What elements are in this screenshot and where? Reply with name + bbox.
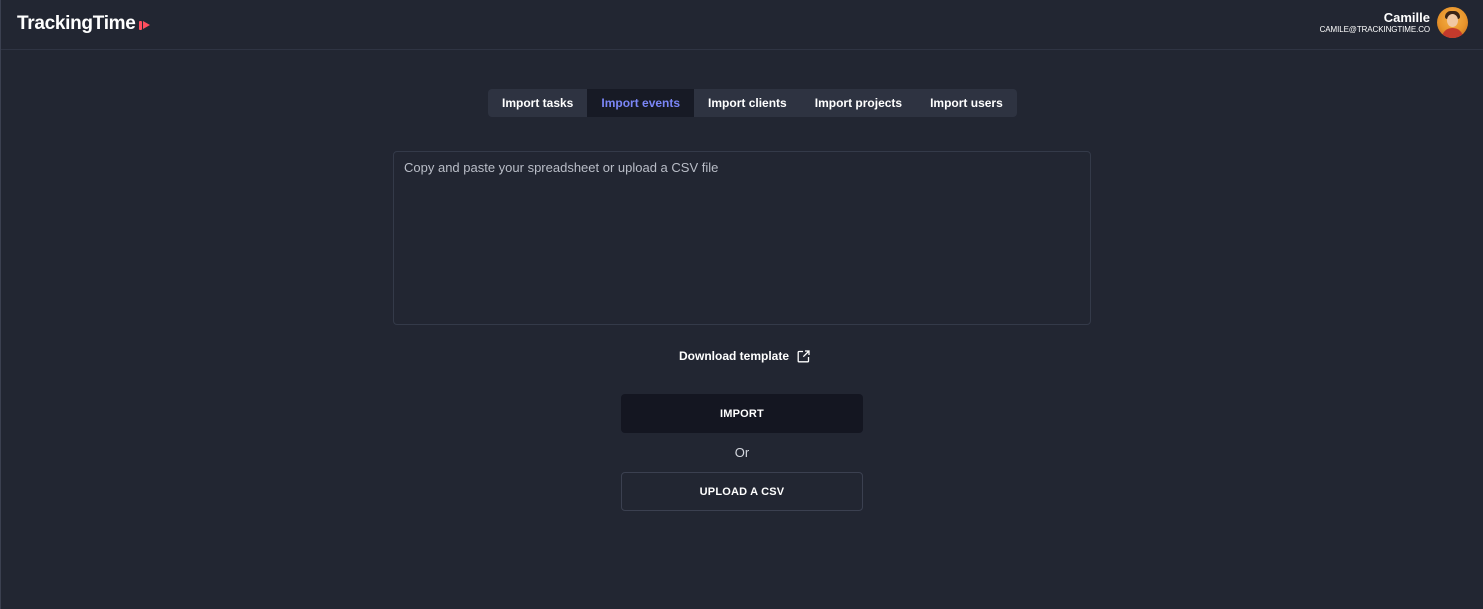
tab-import-users[interactable]: Import users [916, 89, 1017, 117]
tab-import-clients[interactable]: Import clients [694, 89, 801, 117]
top-header: TrackingTime Camille CAMILE@TRACKINGTIME… [1, 0, 1483, 50]
upload-csv-button[interactable]: UPLOAD A CSV [621, 472, 863, 511]
tab-import-events[interactable]: Import events [587, 89, 695, 117]
import-button-label: IMPORT [720, 407, 764, 420]
external-link-icon [797, 349, 810, 362]
tab-import-tasks[interactable]: Import tasks [488, 89, 587, 117]
user-menu[interactable]: Camille CAMILE@TRACKINGTIME.CO [1320, 7, 1468, 38]
user-email: CAMILE@TRACKINGTIME.CO [1319, 24, 1430, 34]
or-separator: Or [734, 445, 750, 460]
upload-csv-button-label: UPLOAD A CSV [699, 485, 785, 498]
avatar[interactable] [1437, 7, 1468, 38]
app-window: TrackingTime Camille CAMILE@TRACKINGTIME… [0, 0, 1483, 609]
logo-text: TrackingTime [17, 13, 136, 34]
download-template-link[interactable]: Download template [679, 348, 810, 364]
import-button[interactable]: IMPORT [621, 394, 863, 433]
logo-mark-icon [138, 20, 151, 31]
spreadsheet-paste-input[interactable] [393, 151, 1091, 325]
tab-import-projects[interactable]: Import projects [801, 89, 916, 117]
import-tabs: Import tasks Import events Import client… [488, 89, 1017, 117]
download-template-label: Download template [679, 349, 790, 363]
user-name: Camille [1383, 9, 1430, 25]
user-info: Camille CAMILE@TRACKINGTIME.CO [1319, 9, 1430, 35]
logo[interactable]: TrackingTime [17, 13, 151, 35]
